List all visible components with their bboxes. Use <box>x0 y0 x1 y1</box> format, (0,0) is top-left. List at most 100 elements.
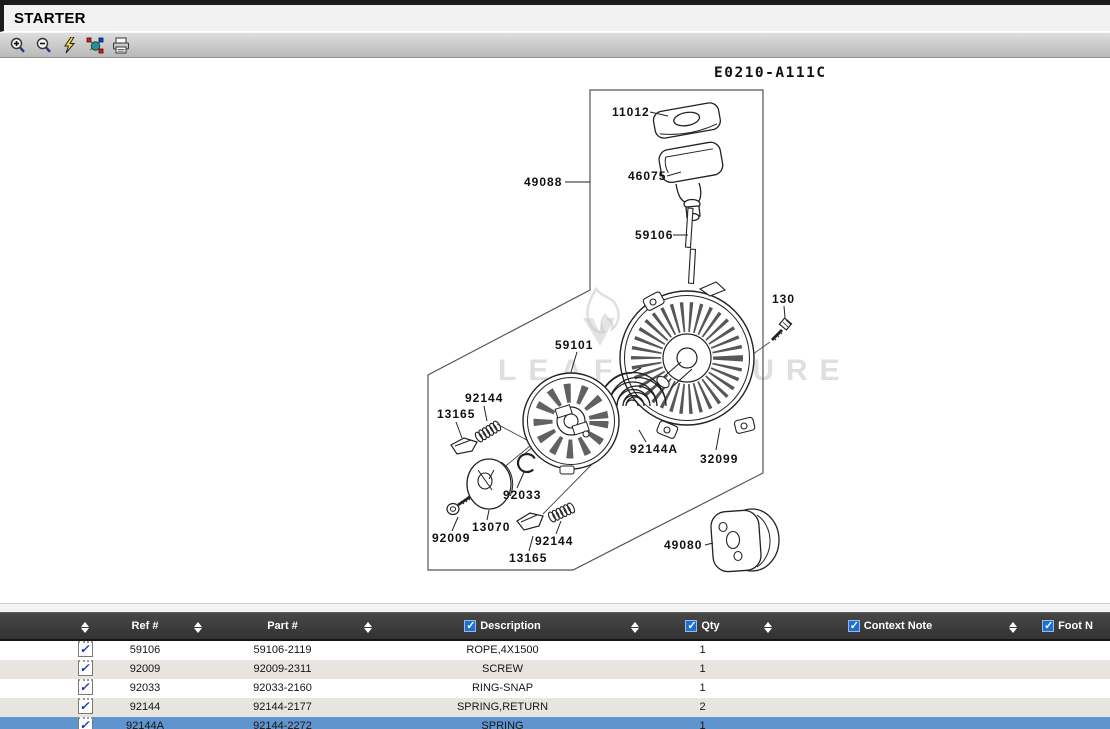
sort-ref[interactable] <box>180 613 215 640</box>
header-spacer <box>0 613 60 640</box>
parts-table: Ref # Part # Description Qty Context Not… <box>0 612 1110 729</box>
sort-icon-column[interactable] <box>60 613 110 640</box>
cell-context-note <box>780 698 1000 717</box>
part-label-49088[interactable]: 49088 <box>524 175 562 189</box>
sort-arrows-icon <box>81 622 89 633</box>
cell-qty: 2 <box>650 698 755 717</box>
header-context-note[interactable]: Context Note <box>780 613 1000 640</box>
foot-note-checkbox[interactable] <box>1042 620 1054 632</box>
table-row[interactable]: 59106 59106-2119 ROPE,4X1500 1 <box>0 640 1110 660</box>
cell-description: SCREW <box>385 660 620 679</box>
zoom-out-icon <box>35 37 52 54</box>
part-label-11012[interactable]: 11012 <box>612 105 650 119</box>
part-label-92144-upper[interactable]: 92144 <box>465 391 503 405</box>
part-label-92144A[interactable]: 92144A <box>630 442 678 456</box>
cell-description: SPRING,RETURN <box>385 698 620 717</box>
cell-context-note <box>780 640 1000 660</box>
cell-context-note <box>780 717 1000 729</box>
page-title: STARTER <box>14 10 86 27</box>
sort-part[interactable] <box>350 613 385 640</box>
part-grip <box>652 101 722 139</box>
cell-foot-note <box>1025 679 1110 698</box>
cell-context-note <box>780 679 1000 698</box>
table-row[interactable]: 92009 92009-2311 SCREW 1 <box>0 660 1110 679</box>
part-label-130[interactable]: 130 <box>772 292 795 306</box>
part-housing <box>620 282 755 439</box>
sort-arrows-icon <box>764 622 772 633</box>
cell-ref: 92009 <box>110 660 180 679</box>
header-part[interactable]: Part # <box>215 613 350 640</box>
part-label-13165-upper[interactable]: 13165 <box>437 407 475 421</box>
table-row[interactable]: 92033 92033-2160 RING-SNAP 1 <box>0 679 1110 698</box>
part-label-92009[interactable]: 92009 <box>432 531 470 545</box>
part-cover <box>710 509 779 573</box>
header-ref[interactable]: Ref # <box>110 613 180 640</box>
header-qty[interactable]: Qty <box>650 613 755 640</box>
note-edit-icon[interactable] <box>78 660 93 676</box>
part-label-92144-lower[interactable]: 92144 <box>535 534 573 548</box>
refresh-flash-button[interactable] <box>59 35 79 55</box>
cell-foot-note <box>1025 698 1110 717</box>
sort-qty[interactable] <box>755 613 780 640</box>
print-button[interactable] <box>111 35 131 55</box>
cell-part: 92144-2272 <box>215 717 350 729</box>
table-header-row: Ref # Part # Description Qty Context Not… <box>0 613 1110 640</box>
part-label-46075[interactable]: 46075 <box>628 169 666 183</box>
cell-qty: 1 <box>650 660 755 679</box>
description-checkbox[interactable] <box>464 620 476 632</box>
cell-description: RING-SNAP <box>385 679 620 698</box>
print-icon <box>112 37 130 54</box>
note-edit-icon[interactable] <box>78 679 93 695</box>
hotspot-icon <box>86 37 105 54</box>
sort-description[interactable] <box>620 613 650 640</box>
cell-part: 92144-2177 <box>215 698 350 717</box>
part-label-59101[interactable]: 59101 <box>555 338 593 352</box>
sort-arrows-icon <box>364 622 372 633</box>
part-label-32099[interactable]: 32099 <box>700 452 738 466</box>
sort-arrows-icon <box>631 622 639 633</box>
zoom-in-icon <box>9 37 26 54</box>
table-row[interactable]: 92144 92144-2177 SPRING,RETURN 2 <box>0 698 1110 717</box>
zoom-in-button[interactable] <box>7 35 27 55</box>
toolbar <box>0 32 1110 58</box>
cell-foot-note <box>1025 640 1110 660</box>
cell-part: 59106-2119 <box>215 640 350 660</box>
hotspot-map-button[interactable] <box>85 35 105 55</box>
parts-diagram: LEAFVENTURE <box>0 58 1110 603</box>
cell-context-note <box>780 660 1000 679</box>
cell-foot-note <box>1025 717 1110 729</box>
note-edit-icon[interactable] <box>78 698 93 714</box>
table-row-selected[interactable]: 92144A 92144-2272 SPRING 1 <box>0 717 1110 729</box>
title-bar: STARTER <box>0 5 1110 32</box>
qty-checkbox[interactable] <box>685 620 697 632</box>
part-label-13165-lower[interactable]: 13165 <box>509 551 547 565</box>
cell-qty: 1 <box>650 679 755 698</box>
header-foot-note[interactable]: Foot N <box>1025 613 1110 640</box>
cell-qty: 1 <box>650 717 755 729</box>
sort-arrows-icon <box>1009 622 1017 633</box>
note-edit-icon[interactable] <box>78 717 93 729</box>
header-description[interactable]: Description <box>385 613 620 640</box>
part-label-59106[interactable]: 59106 <box>635 228 673 242</box>
cell-qty: 1 <box>650 640 755 660</box>
part-screw <box>447 497 470 515</box>
cell-foot-note <box>1025 660 1110 679</box>
lightning-icon <box>62 37 77 54</box>
part-label-92033[interactable]: 92033 <box>503 488 541 502</box>
part-bolt <box>772 318 792 340</box>
sort-context-note[interactable] <box>1000 613 1025 640</box>
part-pulley <box>523 373 619 474</box>
diagram-pane: LEAFVENTURE <box>0 58 1110 603</box>
zoom-out-button[interactable] <box>33 35 53 55</box>
context-note-checkbox[interactable] <box>848 620 860 632</box>
note-edit-icon[interactable] <box>78 641 93 657</box>
part-label-49080[interactable]: 49080 <box>664 538 702 552</box>
cell-ref: 92144 <box>110 698 180 717</box>
cell-ref: 92144A <box>110 717 180 729</box>
cell-description: ROPE,4X1500 <box>385 640 620 660</box>
cell-part: 92033-2160 <box>215 679 350 698</box>
cell-ref: 92033 <box>110 679 180 698</box>
pane-divider <box>0 603 1110 612</box>
part-return-spring-upper <box>474 420 502 443</box>
part-label-13070[interactable]: 13070 <box>472 520 510 534</box>
